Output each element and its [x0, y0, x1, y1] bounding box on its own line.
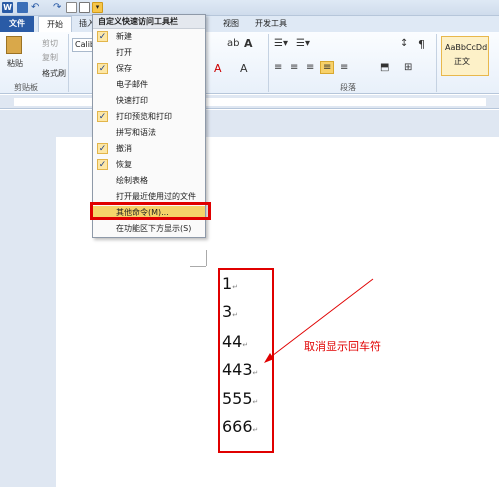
- font-color-icon[interactable]: A: [214, 62, 222, 75]
- doc-line: 555↵: [222, 389, 259, 408]
- paragraph-group-label: 段落: [340, 83, 356, 92]
- word-logo-icon: W: [2, 2, 13, 13]
- redo-icon[interactable]: ↷: [53, 2, 64, 13]
- horizontal-ruler[interactable]: [0, 95, 499, 109]
- menu-item-show-below-ribbon[interactable]: 在功能区下方显示(S): [93, 222, 205, 236]
- tab-home[interactable]: 开始: [38, 16, 72, 33]
- paste-icon[interactable]: [6, 36, 22, 54]
- more-commands-highlight-box: [90, 202, 211, 220]
- show-marks-icon[interactable]: ¶: [418, 38, 425, 51]
- check-icon: ✓: [97, 63, 108, 74]
- menu-item-new[interactable]: ✓ 新建: [93, 30, 205, 44]
- justify-icon[interactable]: ≡: [320, 61, 335, 74]
- check-icon: ✓: [97, 143, 108, 154]
- fill-color-icon[interactable]: ⬒: [380, 62, 389, 73]
- align-center-icon[interactable]: ≡: [290, 62, 298, 73]
- customize-qat-dropdown-icon[interactable]: ▾: [92, 2, 103, 13]
- doc-line: 1↵: [222, 274, 239, 293]
- style-sample: AaBbCcDd: [445, 43, 488, 52]
- annotation-text: 取消显示回车符: [304, 340, 381, 353]
- check-icon: ✓: [97, 159, 108, 170]
- check-icon: ✓: [97, 31, 108, 42]
- paste-button[interactable]: 粘贴: [7, 58, 23, 69]
- border-icon[interactable]: ⊞: [404, 62, 412, 73]
- format-painter-button[interactable]: 格式刷: [42, 68, 66, 79]
- undo-icon[interactable]: ↶: [31, 2, 42, 13]
- annotation-arrow: [264, 278, 374, 363]
- style-normal-tile[interactable]: AaBbCcDd 正文: [441, 36, 489, 76]
- menu-item-open[interactable]: 打开: [93, 46, 205, 60]
- doc-line: 3↵: [222, 302, 239, 321]
- tab-file[interactable]: 文件: [0, 16, 34, 32]
- margin-corner-mark: [190, 266, 206, 267]
- menu-item-quick-print[interactable]: 快速打印: [93, 94, 205, 108]
- doc-line: 666↵: [222, 417, 259, 436]
- menu-item-save[interactable]: ✓ 保存: [93, 62, 205, 76]
- menu-item-redo[interactable]: ✓ 恢复: [93, 158, 205, 172]
- menu-item-email[interactable]: 电子邮件: [93, 78, 205, 92]
- tab-view[interactable]: 视图: [217, 16, 245, 32]
- numbering-icon[interactable]: ☰▾: [296, 38, 310, 49]
- align-right-icon[interactable]: ≡: [306, 62, 314, 73]
- style-normal-label: 正文: [454, 57, 470, 66]
- menu-title: 自定义快速访问工具栏: [93, 15, 205, 29]
- clipboard-group-label: 剪贴板: [14, 83, 38, 92]
- ribbon-tabs: 文件 开始 插入 视图 开发工具: [0, 16, 499, 33]
- group-divider: [268, 34, 269, 92]
- bullets-icon[interactable]: ☰▾: [274, 38, 288, 49]
- doc-line: 443↵: [222, 360, 259, 379]
- line-spacing-icon[interactable]: ≡: [340, 62, 348, 73]
- print-preview-icon[interactable]: [79, 2, 90, 13]
- sort-icon[interactable]: ↕: [400, 38, 408, 49]
- tab-developer[interactable]: 开发工具: [250, 16, 292, 32]
- menu-item-draw-table[interactable]: 绘制表格: [93, 174, 205, 188]
- new-document-icon[interactable]: [66, 2, 77, 13]
- ribbon: 粘贴 剪切 复制 格式刷 剪贴板 Calib ab A A A ☰▾ ☰▾ ↕ …: [0, 32, 499, 94]
- shading-icon[interactable]: A: [240, 62, 248, 75]
- save-icon[interactable]: [17, 2, 28, 13]
- menu-item-spelling[interactable]: 拼写和语法: [93, 126, 205, 140]
- copy-button[interactable]: 复制: [42, 52, 58, 63]
- group-divider: [68, 34, 69, 92]
- margin-corner-mark: [206, 250, 207, 266]
- check-icon: ✓: [97, 111, 108, 122]
- menu-item-undo[interactable]: ✓ 撤消: [93, 142, 205, 156]
- align-left-icon[interactable]: ≡: [274, 62, 282, 73]
- bold-icon[interactable]: A: [244, 37, 253, 50]
- menu-item-print-preview[interactable]: ✓ 打印预览和打印: [93, 110, 205, 124]
- vertical-ruler[interactable]: [0, 110, 12, 487]
- cut-button[interactable]: 剪切: [42, 38, 58, 49]
- font-name-select[interactable]: Calib: [72, 38, 95, 52]
- group-divider: [436, 34, 437, 92]
- doc-line: 44↵: [222, 332, 249, 351]
- quick-access-toolbar: W ↶ ↷ ▾: [0, 0, 499, 16]
- ruler-track: [14, 98, 486, 106]
- phonetic-guide-icon[interactable]: ab: [227, 38, 239, 49]
